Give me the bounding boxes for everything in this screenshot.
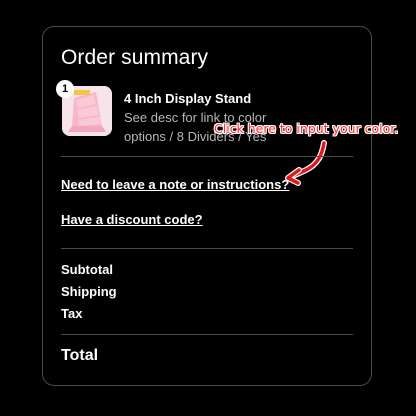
tax-label: Tax	[61, 306, 83, 321]
subtotal-label: Subtotal	[61, 262, 113, 277]
order-summary-title: Order summary	[61, 46, 209, 69]
curved-arrow-icon	[285, 140, 327, 186]
note-instructions-link[interactable]: Need to leave a note or instructions?	[61, 177, 289, 192]
total-label: Total	[61, 347, 99, 364]
divider	[61, 334, 353, 335]
product-name: 4 Inch Display Stand	[124, 91, 252, 106]
quantity-badge: 1	[56, 80, 74, 98]
shipping-label: Shipping	[61, 284, 117, 299]
divider	[61, 156, 353, 157]
divider	[61, 248, 353, 249]
order-summary-panel	[42, 26, 372, 386]
color-instruction-annotation: Click here to input your color.	[214, 121, 399, 136]
discount-code-link[interactable]: Have a discount code?	[61, 212, 203, 227]
